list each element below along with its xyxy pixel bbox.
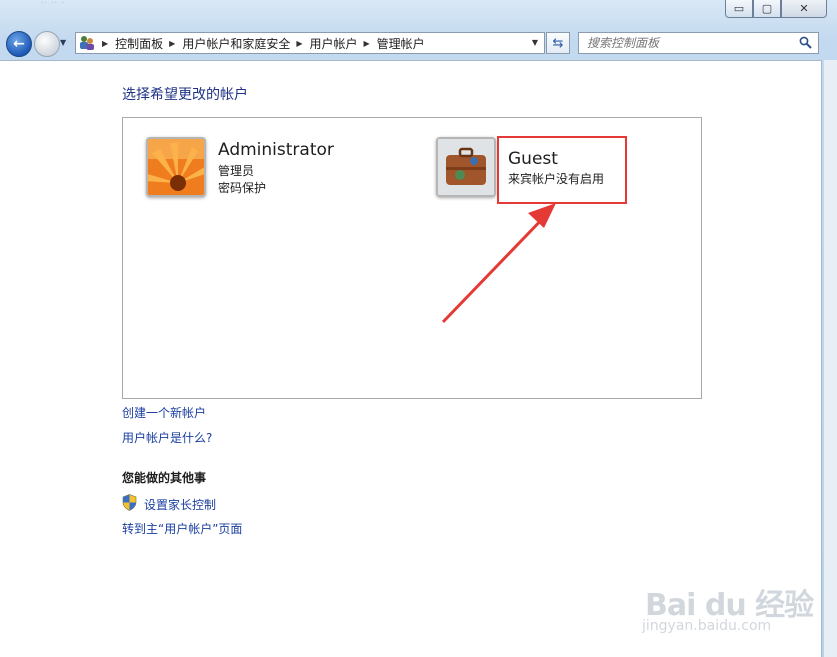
back-button[interactable]: ←	[6, 31, 32, 57]
breadcrumb-separator: ▶	[102, 38, 109, 48]
account-type: 管理员	[218, 164, 255, 178]
other-tasks-heading: 您能做的其他事	[122, 471, 207, 485]
account-status: 密码保护	[218, 181, 267, 195]
scrollbar-track[interactable]	[824, 60, 837, 657]
breadcrumb: 控制面板 ▶ 用户帐户和家庭安全 ▶ 用户帐户 ▶ 管理帐户	[115, 35, 425, 52]
watermark-url: jingyan.baidu.com	[642, 618, 772, 634]
create-account-link[interactable]: 创建一个新帐户	[122, 404, 206, 421]
refresh-button[interactable]: ⇆	[546, 32, 570, 54]
what-is-account-link[interactable]: 用户帐户是什么?	[122, 429, 212, 446]
annotation-highlight-box	[497, 136, 627, 204]
breadcrumb-control-panel[interactable]: 控制面板	[115, 35, 163, 52]
address-bar[interactable]: ▶ 控制面板 ▶ 用户帐户和家庭安全 ▶ 用户帐户 ▶ 管理帐户 ▼	[75, 32, 545, 54]
search-input[interactable]	[585, 33, 799, 53]
breadcrumb-user-accounts[interactable]: 用户帐户	[310, 35, 358, 52]
refresh-icon: ⇆	[552, 35, 564, 51]
suitcase-avatar-icon	[436, 137, 496, 197]
parental-controls-link[interactable]: 设置家长控制	[144, 496, 216, 513]
breadcrumb-user-accounts-family[interactable]: 用户帐户和家庭安全	[182, 35, 290, 52]
flower-avatar-icon	[146, 137, 206, 197]
account-name: Administrator	[218, 140, 334, 160]
page-title: 选择希望更改的帐户	[122, 87, 248, 103]
arrow-left-icon: ←	[13, 36, 25, 52]
breadcrumb-separator[interactable]: ▶	[169, 39, 175, 48]
breadcrumb-manage-accounts[interactable]: 管理帐户	[377, 35, 425, 52]
forward-button[interactable]	[34, 31, 60, 57]
breadcrumb-separator[interactable]: ▶	[296, 39, 302, 48]
baidu-watermark: Bai du 经验 jingyan.baidu.com	[640, 570, 820, 640]
close-button[interactable]: ✕	[781, 0, 827, 18]
window-title: ·· ·· ·	[40, 0, 65, 9]
address-dropdown-icon[interactable]: ▼	[532, 38, 538, 47]
caption-buttons: ▭ ▢ ✕	[725, 0, 827, 18]
maximize-button[interactable]: ▢	[753, 0, 781, 18]
main-content: 选择希望更改的帐户 Administrator 管理员 密码保护 Guest 来…	[0, 60, 822, 657]
navigation-bar: ← ▼ ▶ 控制面板 ▶ 用户帐户和家庭安全 ▶ 用户帐户 ▶ 管理帐户 ▼ ⇆…	[0, 28, 837, 58]
users-icon	[78, 34, 96, 52]
recent-pages-dropdown[interactable]: ▼	[60, 38, 66, 47]
shield-icon	[122, 494, 137, 511]
go-to-user-accounts-link[interactable]: 转到主“用户帐户”页面	[122, 520, 242, 537]
minimize-button[interactable]: ▭	[725, 0, 753, 18]
breadcrumb-separator[interactable]: ▶	[364, 39, 370, 48]
search-icon[interactable]	[799, 36, 812, 49]
search-box[interactable]	[578, 32, 819, 54]
